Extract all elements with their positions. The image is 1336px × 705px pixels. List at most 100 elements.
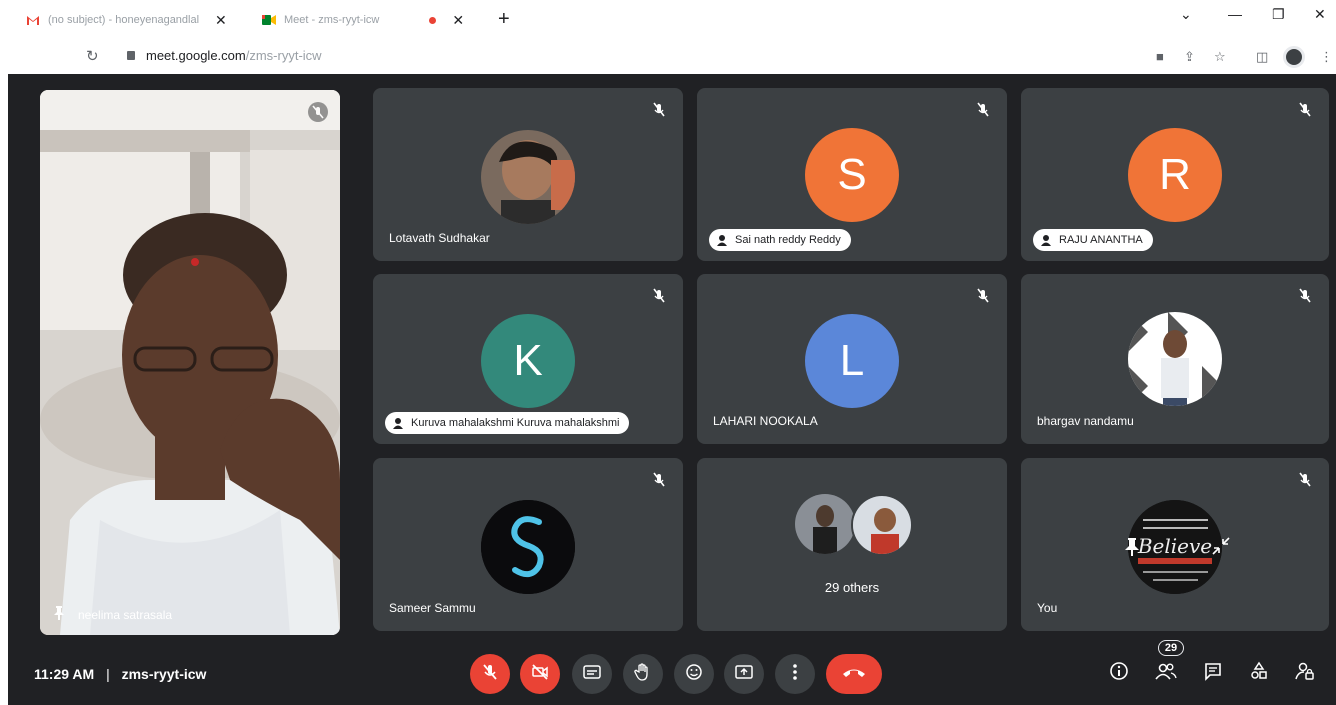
mic-off-icon: [649, 286, 669, 306]
hand-icon: [633, 662, 653, 687]
pin-icon: [54, 606, 64, 623]
camera-toggle-button[interactable]: [520, 654, 560, 694]
others-avatar-1: [795, 494, 855, 554]
meeting-details: 11:29 AM | zms-ryyt-icw: [34, 666, 206, 682]
avatar: R: [1128, 128, 1222, 222]
share-icon[interactable]: ⇪: [1184, 49, 1195, 65]
url-path: /zms-ryyt-icw: [245, 48, 322, 63]
participant-name: LAHARI NOOKALA: [713, 414, 818, 428]
participant-tile[interactable]: S Sai nath reddy Reddy: [697, 88, 1007, 261]
more-options-button[interactable]: [775, 654, 815, 694]
participant-name-pill: Sai nath reddy Reddy: [709, 229, 851, 251]
avatar: Believe: [1128, 500, 1222, 594]
menu-kebab-icon[interactable]: ⋮: [1320, 49, 1333, 65]
host-controls-button[interactable]: [1292, 660, 1318, 686]
avatar: K: [481, 314, 575, 408]
person-icon: [1041, 234, 1051, 246]
shapes-icon: [1249, 661, 1269, 686]
participant-name: Sameer Sammu: [389, 601, 476, 615]
leave-call-button[interactable]: [826, 654, 882, 694]
avatar: L: [805, 314, 899, 408]
present-screen-button[interactable]: [724, 654, 764, 694]
new-tab-button[interactable]: +: [498, 8, 510, 31]
profile-avatar[interactable]: [1283, 46, 1305, 68]
participant-tile[interactable]: R RAJU ANANTHA: [1021, 88, 1329, 261]
closed-captions-icon: [582, 662, 602, 687]
featured-name: neelima satrasala: [78, 607, 173, 622]
participant-name: Sai nath reddy Reddy: [735, 234, 841, 246]
self-avatar-text: Believe: [1137, 534, 1213, 558]
participant-tile[interactable]: Lotavath Sudhakar: [373, 88, 683, 261]
participant-tile[interactable]: L LAHARI NOOKALA: [697, 274, 1007, 444]
tab-title: (no subject) - honeyenagandlal: [48, 14, 200, 26]
participant-tile[interactable]: bhargav nandamu: [1021, 274, 1329, 444]
avatar: [481, 500, 575, 594]
people-button[interactable]: [1153, 660, 1179, 686]
avatar: [481, 130, 575, 224]
camera-off-icon: [530, 662, 550, 687]
microphone-toggle-button[interactable]: [470, 654, 510, 694]
tab-gmail[interactable]: (no subject) - honeyenagandlal ✕: [26, 8, 256, 32]
url-field[interactable]: meet.google.com/zms-ryyt-icw: [146, 48, 322, 63]
mic-off-icon: [1295, 286, 1315, 306]
separator: |: [106, 666, 110, 682]
participant-name: Lotavath Sudhakar: [389, 231, 490, 245]
others-tile[interactable]: 29 others: [697, 458, 1007, 631]
reactions-button[interactable]: [674, 654, 714, 694]
meeting-code: zms-ryyt-icw: [121, 666, 207, 682]
browser-tab-bar: (no subject) - honeyenagandlal ✕ Meet - …: [0, 0, 1336, 38]
participant-name: You: [1037, 601, 1058, 615]
participant-name: bhargav nandamu: [1037, 414, 1134, 428]
minimize-icon[interactable]: —: [1228, 6, 1242, 22]
participant-count-badge: 29: [1158, 640, 1184, 656]
chat-button[interactable]: [1200, 660, 1226, 686]
participant-name: RAJU ANANTHA: [1059, 234, 1143, 246]
raise-hand-button[interactable]: [623, 654, 663, 694]
others-avatar-2: [851, 494, 913, 556]
self-tile[interactable]: Believe You: [1021, 458, 1329, 631]
mic-off-icon: [1295, 470, 1315, 490]
participant-name: Kuruva mahalakshmi Kuruva mahalakshmi: [411, 417, 620, 429]
chat-icon: [1203, 661, 1223, 686]
emoji-icon: [684, 662, 704, 687]
person-icon: [717, 234, 727, 246]
close-icon[interactable]: ✕: [452, 12, 464, 29]
avatar: S: [805, 128, 899, 222]
bookmark-star-icon[interactable]: ☆: [1214, 49, 1226, 65]
speaker-video-feed: [40, 90, 340, 635]
camera-indicator-icon[interactable]: ■: [1156, 49, 1164, 64]
mic-off-icon: [308, 102, 328, 122]
person-icon: [393, 417, 403, 429]
mic-off-icon: [1295, 100, 1315, 120]
url-host: meet.google.com: [146, 48, 246, 63]
address-bar: ↻ meet.google.com/zms-ryyt-icw ■ ⇪ ☆ ◫ ⋮: [0, 38, 1336, 74]
avatar: [1128, 312, 1222, 406]
pin-icon[interactable]: [1125, 538, 1139, 561]
meeting-info-button[interactable]: [1106, 660, 1132, 686]
info-icon: [1109, 661, 1129, 686]
window-close-icon[interactable]: ✕: [1314, 6, 1326, 23]
side-panel-icon[interactable]: ◫: [1256, 49, 1268, 65]
lock-person-icon: [1295, 661, 1315, 686]
mic-off-icon: [480, 662, 500, 687]
people-icon: [1155, 661, 1177, 686]
activities-button[interactable]: [1246, 660, 1272, 686]
lock-icon[interactable]: [127, 51, 135, 60]
tab-search-icon[interactable]: ⌄: [1180, 6, 1192, 23]
participant-tile[interactable]: K Kuruva mahalakshmi Kuruva mahalakshmi: [373, 274, 683, 444]
mic-off-icon: [973, 286, 993, 306]
meeting-controls-bar: 11:29 AM | zms-ryyt-icw: [8, 640, 1336, 705]
participant-name-pill: RAJU ANANTHA: [1033, 229, 1153, 251]
restore-icon[interactable]: ❐: [1272, 6, 1285, 23]
minimize-tile-icon[interactable]: [1211, 536, 1231, 561]
more-vert-icon: [785, 662, 805, 687]
captions-button[interactable]: [572, 654, 612, 694]
tab-meet[interactable]: Meet - zms-ryyt-icw ✕: [262, 8, 482, 32]
participant-tile[interactable]: Sameer Sammu: [373, 458, 683, 631]
reload-icon[interactable]: ↻: [86, 47, 99, 65]
present-icon: [734, 662, 754, 687]
close-icon[interactable]: ✕: [215, 12, 227, 29]
others-count-label: 29 others: [824, 580, 880, 595]
hang-up-icon: [841, 665, 867, 684]
featured-participant-tile[interactable]: neelima satrasala: [40, 90, 340, 635]
